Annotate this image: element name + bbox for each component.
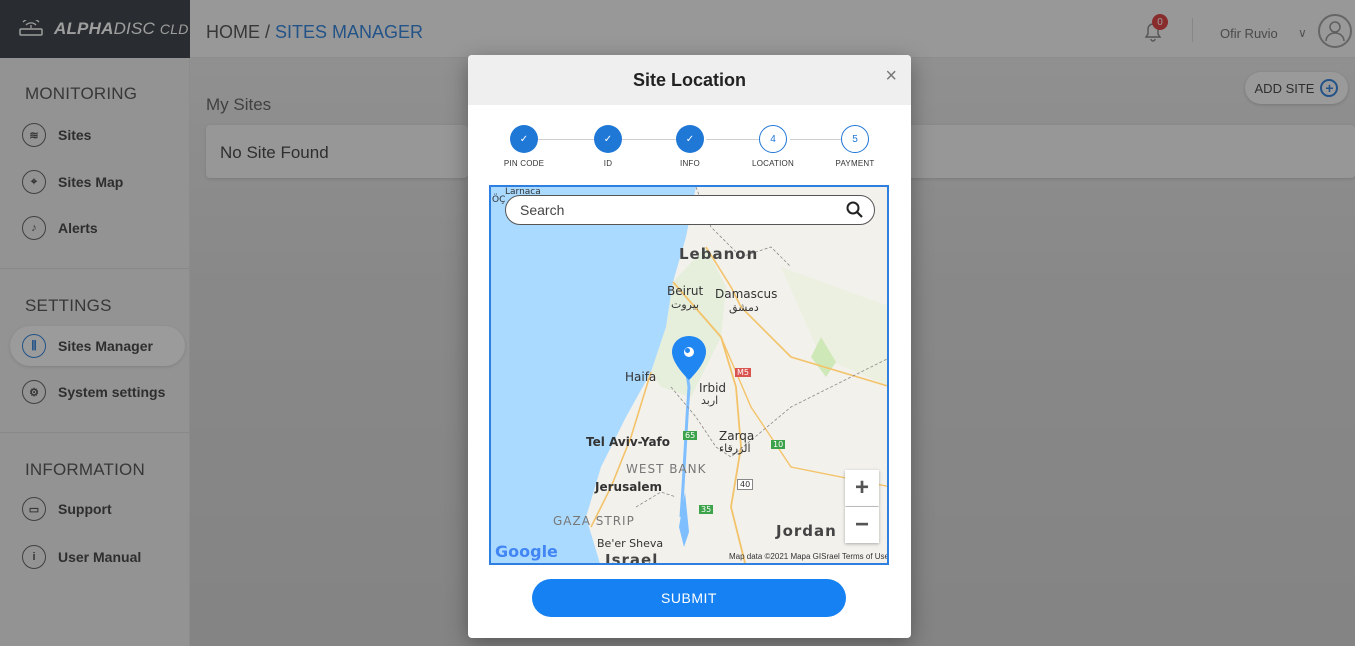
location-pin-icon[interactable] [671,335,707,381]
map-label-larnaca: Larnaca [505,187,541,197]
step-label: PIN CODE [503,159,545,168]
map-label-zarqa: Zarqa [719,429,755,443]
map-label-damascus-ar: دمشق [729,301,759,314]
step-id: ✓ ID [573,125,643,168]
map-label-damascus: Damascus [715,287,778,301]
map-label-beirut-ar: بيروت [671,298,700,311]
zoom-in-button[interactable]: + [845,470,879,506]
step-label: ID [603,159,613,168]
map-label-irbid: Irbid [699,381,727,395]
road-sign-10: 10 [771,440,786,449]
modal-header: Site Location [468,55,911,105]
modal-title: Site Location [632,70,746,90]
map-search-input[interactable]: Search [505,195,875,225]
map-label-haifa: Haifa [625,370,657,384]
map-label-zarqa-ar: الزرقاء [719,442,751,455]
road-sign-65: 65 [683,431,698,440]
step-label: INFO [680,159,700,168]
submit-label: SUBMIT [661,590,717,606]
step-number: 4 [759,125,787,153]
zoom-out-button[interactable]: − [845,507,879,543]
location-map[interactable]: Search ÖÇ Larnaca Lebanon Beirut بيروت D… [489,185,889,565]
close-icon[interactable]: × [885,66,897,86]
map-search-placeholder: Search [520,202,565,218]
road-sign-m5: M5 [735,368,751,377]
check-icon: ✓ [594,125,622,153]
search-icon[interactable] [846,201,864,219]
check-icon: ✓ [510,125,538,153]
road-sign-40: 40 [737,479,754,490]
step-label: LOCATION [752,159,794,168]
map-label-irbid-ar: اربد [701,394,719,407]
map-label-tel-aviv: Tel Aviv-Yafo [586,435,671,449]
google-logo: Google [495,542,558,561]
step-payment: 5 PAYMENT [820,125,890,168]
map-label-oc: ÖÇ [492,195,506,205]
map-footer: Google Map data ©2021 Mapa GISrael Terms… [491,542,887,563]
step-pin-code: ✓ PIN CODE [489,125,559,168]
map-attribution[interactable]: Map data ©2021 Mapa GISrael Terms of Use [729,552,887,561]
step-location: 4 LOCATION [738,125,808,168]
map-label-lebanon: Lebanon [679,245,759,263]
submit-button[interactable]: SUBMIT [532,579,846,617]
step-number: 5 [841,125,869,153]
step-info: ✓ INFO [655,125,725,168]
map-label-jordan: Jordan [776,522,837,540]
step-label: PAYMENT [835,159,875,168]
check-icon: ✓ [676,125,704,153]
map-label-gaza: GAZA STRIP [553,514,635,528]
site-location-modal: Site Location × ✓ PIN CODE ✓ ID ✓ INFO 4… [468,55,911,638]
road-sign-35: 35 [699,505,714,514]
map-label-west-bank: WEST BANK [626,462,707,476]
map-label-beirut: Beirut [667,284,704,298]
map-label-jerusalem: Jerusalem [595,480,663,494]
